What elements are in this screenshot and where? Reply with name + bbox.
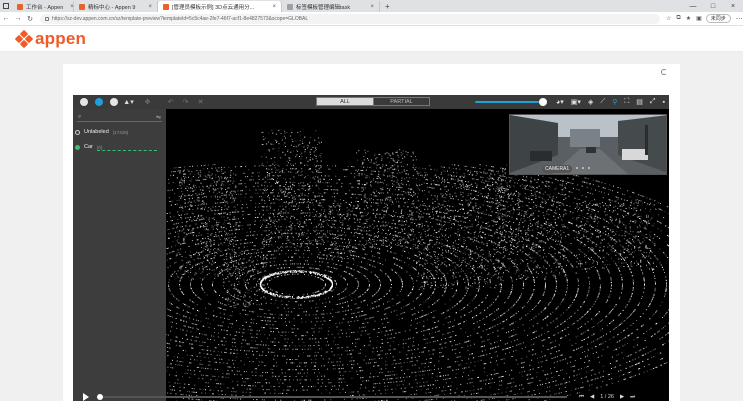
extensions-icon[interactable]: ⧉ [676, 15, 680, 22]
minimize-icon[interactable]: — [683, 0, 703, 12]
maximize-icon[interactable]: □ [703, 0, 723, 12]
frame-indicator: 1 / 26 [600, 394, 614, 400]
pointcloud-editor: ▲▾ ✥ ↶ ↷ ✕ ALL PARTIAL ◕▾ ▣▾ ◈ ⟋ ⚲ ⛶ ▤ ⤢… [73, 95, 669, 401]
target-icon[interactable] [94, 98, 103, 107]
filter-toggle: ALL PARTIAL [316, 97, 430, 106]
camera-name-badge[interactable]: CAMERA1 [542, 165, 573, 173]
new-tab-button[interactable]: + [380, 1, 395, 12]
sync-button[interactable]: 未同步 [705, 14, 731, 23]
timeline-handle[interactable] [97, 394, 103, 400]
settings-icon[interactable] [79, 98, 88, 107]
close-window-icon[interactable]: × [723, 0, 743, 12]
close-icon[interactable]: × [268, 4, 276, 10]
back-icon[interactable]: ← [0, 15, 12, 22]
label-name: Unlabeled [84, 129, 109, 135]
more-icon[interactable]: ⋯ [736, 15, 743, 23]
undo-icon[interactable]: ↶ [166, 98, 175, 107]
label-search[interactable]: ⌕ ⇋ [77, 113, 162, 122]
frame-controls: ⏮ ◀ 1 / 26 ▶ ⏭ [579, 394, 635, 401]
measure-icon[interactable]: ⟋ [600, 98, 605, 106]
url-text: https://sz-dev.appen.com.cn/sz/template-… [52, 15, 309, 22]
frame-playbar: ⏮ ◀ 1 / 26 ▶ ⏭ [73, 393, 669, 401]
browser-tab-3[interactable]: [管理员模板示例] 3D点云通用分... × [158, 1, 282, 12]
camera-position-icon[interactable]: ⚲ [612, 98, 617, 106]
close-icon[interactable]: × [366, 4, 374, 10]
radio-icon[interactable] [75, 129, 80, 135]
logo-text: appen [35, 28, 87, 48]
browser-tab-title: 精标中心 - Appen 9 [88, 4, 136, 11]
image-view-icon[interactable]: ▤ [636, 98, 643, 106]
label-count: (0) [96, 144, 103, 150]
browser-tab-strip: 工作台 - Appen × 精标中心 - Appen 9 × [管理员模板示例]… [0, 0, 743, 12]
filter-all-button[interactable]: ALL [317, 98, 373, 105]
close-icon[interactable]: × [144, 4, 152, 10]
move-icon[interactable]: ✥ [143, 98, 152, 107]
close-icon[interactable]: × [66, 4, 73, 10]
clear-icon[interactable]: ✕ [196, 98, 205, 107]
label-item-unlabeled[interactable]: Unlabeled (17428) [75, 127, 128, 137]
camera-more-icon[interactable] [576, 167, 590, 169]
play-icon[interactable] [83, 393, 89, 401]
redo-icon[interactable]: ↷ [181, 98, 190, 107]
app-header: appen [0, 26, 743, 52]
window-controls: — □ × [683, 0, 743, 12]
forward-icon[interactable]: → [12, 15, 24, 22]
view-tools: ◕▾ ▣▾ ◈ ⟋ ⚲ ⛶ ▤ ⤢ ▪ [556, 95, 665, 109]
collections-icon[interactable]: ▣ [696, 15, 702, 22]
radio-selected-icon[interactable] [75, 144, 80, 150]
label-count: (17428) [112, 129, 129, 135]
star-icon[interactable]: ☆ [666, 15, 671, 22]
favorites-icon[interactable]: ★ [686, 15, 691, 22]
appen-icon [163, 3, 169, 10]
filter-partial-button[interactable]: PARTIAL [373, 98, 429, 105]
address-bar: ← → ↻ https://sz-dev.appen.com.cn/sz/tem… [0, 12, 743, 26]
appen-icon [79, 3, 85, 10]
ellipsis-icon[interactable] [109, 98, 118, 107]
browser-toolbar-icons: ☆ ⧉ ★ ▣ [666, 15, 702, 22]
last-frame-icon[interactable]: ⏭ [630, 394, 635, 401]
filter-icon[interactable]: ⇋ [156, 114, 161, 121]
palette-icon[interactable]: ◕▾ [556, 98, 564, 106]
label-name: Car [84, 144, 93, 150]
lock-icon [45, 16, 49, 21]
camera-preview[interactable] [509, 114, 667, 175]
camera-image [510, 115, 666, 174]
page-icon [287, 3, 293, 10]
loading-spinner-icon [661, 69, 667, 75]
point-size-slider[interactable] [475, 101, 539, 103]
fullscreen-icon[interactable]: ⤢ [650, 98, 656, 106]
editor-toolbar: ▲▾ ✥ ↶ ↷ ✕ ALL PARTIAL ◕▾ ▣▾ ◈ ⟋ ⚲ ⛶ ▤ ⤢… [73, 95, 669, 109]
frame-timeline[interactable] [97, 394, 567, 400]
car-label-underline [97, 150, 157, 151]
search-icon: ⌕ [78, 113, 82, 120]
save-icon[interactable]: ▪ [663, 99, 665, 106]
browser-tab-2[interactable]: 精标中心 - Appen 9 × [74, 1, 158, 12]
appen-logo-icon [14, 29, 34, 48]
next-frame-icon[interactable]: ▶ [620, 394, 624, 400]
browser-tab-1[interactable]: 工作台 - Appen × [12, 1, 74, 12]
url-field[interactable]: https://sz-dev.appen.com.cn/sz/template-… [40, 13, 660, 24]
browser-tab-title: [管理员模板示例] 3D点云通用分... [172, 4, 255, 11]
slider-handle[interactable] [539, 98, 547, 106]
browser-tab-title: 标签模板管理编辑task [296, 4, 351, 11]
window-menu-icon[interactable] [0, 0, 12, 12]
label-panel: ⌕ ⇋ Unlabeled (17428) Car (0) [73, 109, 166, 401]
prev-frame-icon[interactable]: ◀ [590, 394, 594, 400]
first-frame-icon[interactable]: ⏮ [579, 394, 584, 401]
fit-view-icon[interactable]: ⛶ [624, 98, 629, 106]
appen-icon [17, 3, 23, 10]
layers-icon[interactable]: ◈ [588, 98, 593, 106]
browser-tab-4[interactable]: 标签模板管理编辑task × [282, 1, 380, 12]
shape-tool-icon[interactable]: ▲▾ [123, 98, 133, 107]
browser-tab-title: 工作台 - Appen [26, 4, 64, 11]
box-view-icon[interactable]: ▣▾ [571, 98, 581, 106]
reload-icon[interactable]: ↻ [24, 15, 36, 23]
